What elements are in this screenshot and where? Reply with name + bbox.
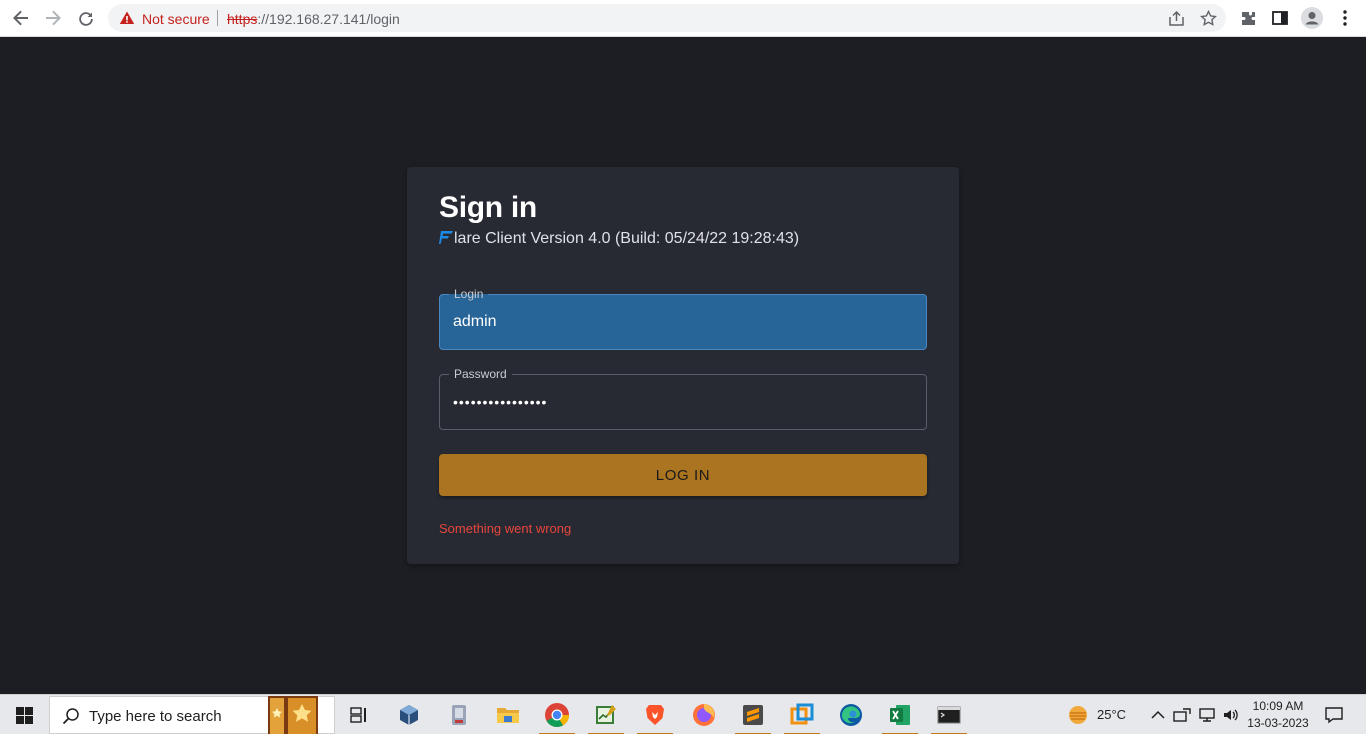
windows-start-icon[interactable] [0, 695, 48, 734]
search-icon [62, 708, 79, 725]
clock-time: 10:09 AM [1252, 699, 1304, 713]
forward-arrow-icon[interactable] [41, 6, 65, 30]
notifications-icon[interactable] [1316, 695, 1352, 734]
address-bar[interactable]: Not secure https://192.168.27.141/login [108, 4, 1226, 32]
warning-icon [119, 11, 135, 24]
clock-date: 13-03-2023 [1247, 716, 1309, 730]
bookmark-star-icon[interactable] [1196, 6, 1220, 30]
error-message: Something went wrong [439, 521, 572, 536]
url-path: ://192.168.27.141/login [257, 11, 400, 27]
login-page: Sign in lare Client Version 4.0 (Build: … [0, 37, 1366, 694]
volume-icon[interactable] [1219, 695, 1243, 734]
terminal-icon[interactable] [927, 695, 971, 734]
pen-tablet-icon[interactable] [1170, 695, 1194, 734]
signin-card: Sign in lare Client Version 4.0 (Build: … [407, 167, 959, 564]
password-field[interactable]: Password [439, 367, 927, 430]
version-text: lare Client Version 4.0 (Build: 05/24/22… [454, 230, 800, 247]
windows-taskbar: Type here to search 25°C 10:09 AM 13-03-… [0, 694, 1366, 734]
url-scheme: https [227, 11, 258, 27]
taskbar-search-box[interactable]: Type here to search [49, 696, 335, 734]
version-info: lare Client Version 4.0 (Build: 05/24/22… [439, 230, 799, 248]
app-chart-icon[interactable] [584, 695, 628, 734]
sublime-text-icon[interactable] [731, 695, 775, 734]
firefox-icon[interactable] [682, 695, 726, 734]
omnibox-separator [217, 10, 218, 26]
edge-icon[interactable] [829, 695, 873, 734]
security-status[interactable]: Not secure [142, 11, 210, 27]
app-generic-icon[interactable] [437, 695, 481, 734]
task-view-icon[interactable] [338, 695, 382, 734]
share-icon[interactable] [1164, 6, 1188, 30]
network-icon[interactable] [1195, 695, 1219, 734]
back-arrow-icon[interactable] [9, 6, 33, 30]
file-explorer-icon[interactable] [486, 695, 530, 734]
reload-icon[interactable] [74, 6, 98, 30]
virtualbox-manager-icon[interactable] [780, 695, 824, 734]
extensions-puzzle-icon[interactable] [1236, 6, 1260, 30]
chrome-icon[interactable] [535, 695, 579, 734]
browser-toolbar: Not secure https://192.168.27.141/login [0, 0, 1366, 37]
password-field-label: Password [449, 367, 512, 381]
virtualbox-icon[interactable] [387, 695, 431, 734]
weather-sun-icon[interactable] [1056, 695, 1100, 734]
brave-icon[interactable] [633, 695, 677, 734]
url-text[interactable]: https://192.168.27.141/login [227, 11, 400, 27]
search-highlight-stars-icon [268, 696, 318, 734]
side-panel-icon[interactable] [1268, 6, 1292, 30]
login-field[interactable]: Login [439, 287, 927, 350]
browser-menu-icon[interactable] [1333, 6, 1357, 30]
flare-logo-icon [439, 231, 453, 244]
page-title: Sign in [439, 191, 537, 224]
login-input[interactable] [453, 311, 913, 333]
login-field-label: Login [449, 287, 489, 301]
login-button[interactable]: LOG IN [439, 454, 927, 496]
password-input[interactable] [453, 391, 913, 413]
search-placeholder: Type here to search [89, 708, 222, 725]
profile-avatar-icon[interactable] [1300, 6, 1324, 30]
excel-icon[interactable] [878, 695, 922, 734]
temperature[interactable]: 25°C [1097, 707, 1126, 722]
chevron-up-icon[interactable] [1146, 695, 1170, 734]
taskbar-clock[interactable]: 10:09 AM 13-03-2023 [1247, 698, 1309, 732]
